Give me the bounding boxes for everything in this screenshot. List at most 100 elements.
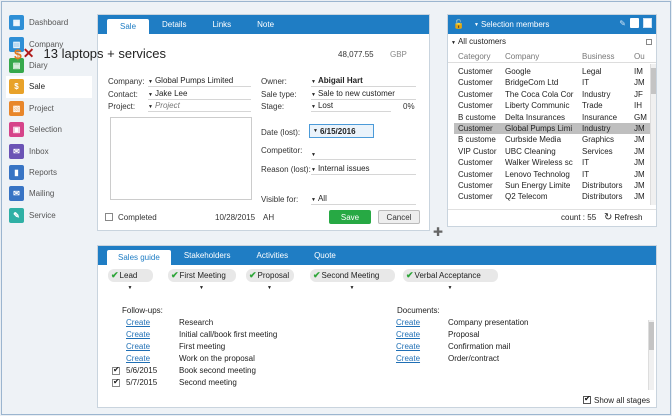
window-icon[interactable] (643, 18, 652, 28)
cancel-button[interactable]: Cancel (378, 210, 420, 224)
description-textarea[interactable] (110, 117, 252, 200)
saletype-field[interactable]: ▼ Sale to new customer (311, 89, 416, 100)
completed-checkbox[interactable] (105, 213, 113, 221)
stage-proposal[interactable]: ✔ Proposal (246, 269, 294, 282)
nav-item-selection[interactable]: ▣ Selection (6, 119, 92, 140)
tab-links[interactable]: Links (199, 15, 244, 34)
followup-text[interactable]: Research (179, 318, 213, 327)
sale-amount[interactable]: 48,077.55 (338, 50, 374, 59)
followup-date[interactable]: 5/7/2015 (126, 378, 157, 387)
guide-scrollbar[interactable] (648, 320, 654, 390)
document-create-link[interactable]: Create (396, 342, 420, 351)
followup-text[interactable]: Work on the proposal (179, 354, 255, 363)
reason-field[interactable]: ▼ Internal issues (311, 164, 416, 175)
document-icon[interactable] (630, 18, 639, 28)
followup-checkbox[interactable]: ✔ (112, 365, 120, 375)
contact-label: Contact: (108, 90, 138, 99)
document-text[interactable]: Confirmation mail (448, 342, 510, 351)
grid-row[interactable]: Customer BridgeCom Ltd IT JM (454, 77, 650, 88)
refresh-button[interactable]: ↻ Refresh (604, 212, 642, 223)
edit-icon[interactable]: ✎ (619, 19, 626, 28)
document-text[interactable]: Proposal (448, 330, 480, 339)
tab-details[interactable]: Details (149, 15, 199, 34)
stage-dropdown-icon[interactable]: ▼ (199, 285, 204, 291)
grid-row[interactable]: Customer The Coca Cola Cor Industry JF (454, 89, 650, 100)
grid-row[interactable]: Customer Google Legal IM (454, 66, 650, 77)
grid-row[interactable]: Customer Walker Wireless sc IT JM (454, 157, 650, 168)
selection-title[interactable]: ▼ Selection members (470, 15, 549, 34)
refresh-icon: ↻ (604, 212, 613, 223)
nav-item-mailing[interactable]: ✉ Mailing (6, 183, 92, 204)
document-create-link[interactable]: Create (396, 318, 420, 327)
visible-label: Visible for: (261, 195, 299, 204)
guide-scroll-thumb[interactable] (649, 322, 654, 350)
grid-row[interactable]: B custome Curbside Media Graphics JM (454, 134, 650, 145)
grid-row[interactable]: Customer Global Pumps Limi Industry JM (454, 123, 650, 135)
save-button[interactable]: Save (329, 210, 371, 224)
show-all-checkbox[interactable]: ✔ (583, 394, 591, 404)
lock-icon[interactable]: 🔓 (448, 15, 470, 34)
grid-row[interactable]: Customer Lenovo Technolog IT JM (454, 169, 650, 180)
nav-item-sale[interactable]: $ Sale (6, 76, 92, 98)
col-company[interactable]: Company (505, 52, 539, 61)
company-field[interactable]: ▼ Global Pumps Limited (148, 76, 251, 87)
followup-date[interactable]: 5/6/2015 (126, 366, 157, 375)
tab-note[interactable]: Note (244, 15, 287, 34)
visible-field[interactable]: ▼ All (311, 194, 416, 205)
completed-date[interactable]: 10/28/2015 (215, 213, 255, 222)
followup-create-link[interactable]: Create (126, 318, 150, 327)
stage-dropdown-icon[interactable]: ▼ (448, 285, 453, 291)
tab-quote[interactable]: Quote (301, 246, 349, 265)
tab-sale[interactable]: Sale (107, 19, 150, 34)
followup-create-link[interactable]: Create (126, 330, 150, 339)
followup-create-link[interactable]: Create (126, 342, 150, 351)
tab-sales-guide[interactable]: Sales guide (107, 250, 171, 265)
grid-row[interactable]: Customer Sun Energy Limite Distributors JM (454, 180, 650, 191)
col-owner[interactable]: Ou (634, 52, 645, 61)
scroll-thumb[interactable] (651, 68, 656, 94)
followup-text[interactable]: First meeting (179, 342, 225, 351)
followup-text[interactable]: Second meeting (179, 378, 237, 387)
document-create-link[interactable]: Create (396, 330, 420, 339)
followup-create-link[interactable]: Create (126, 354, 150, 363)
document-text[interactable]: Order/contract (448, 354, 499, 363)
col-category[interactable]: Category (458, 52, 490, 61)
guide-tabbar: Sales guide Stakeholders Activities Quot… (98, 246, 656, 265)
document-text[interactable]: Company presentation (448, 318, 529, 327)
contact-field[interactable]: ▼ Jake Lee (148, 89, 251, 100)
grid-row[interactable]: Customer Liberty Communic Trade IH (454, 100, 650, 111)
col-business[interactable]: Business (582, 52, 614, 61)
grid-row[interactable]: B custome Delta Insurances Insurance GM (454, 112, 650, 123)
stage-dropdown-icon[interactable]: ▼ (267, 285, 272, 291)
followup-checkbox[interactable]: ✔ (112, 377, 120, 387)
nav-item-reports[interactable]: ▮ Reports (6, 162, 92, 183)
grid-row[interactable]: VIP Custor UBC Cleaning Services JM (454, 146, 650, 157)
document-create-link[interactable]: Create (396, 354, 420, 363)
tab-activities[interactable]: Activities (244, 246, 302, 265)
stage-dropdown-icon[interactable]: ▼ (128, 285, 133, 291)
sale-title[interactable]: 13 laptops + services (44, 46, 166, 61)
followup-text[interactable]: Book second meeting (179, 366, 256, 375)
stage-second-meeting[interactable]: ✔ Second Meeting (310, 269, 395, 282)
stage-verbal-acceptance[interactable]: ✔ Verbal Acceptance (403, 269, 498, 282)
grid-row[interactable]: Customer Q2 Telecom Distributors JM (454, 191, 650, 202)
stage-field[interactable]: ▼ Lost (311, 101, 391, 112)
date-field[interactable]: ▼ 6/15/2016 (309, 124, 374, 138)
nav-item-dashboard[interactable]: ▦ Dashboard (6, 12, 92, 33)
competitor-field[interactable]: ▼ (311, 149, 416, 160)
grid-scrollbar[interactable] (650, 64, 656, 205)
check-icon: ✔ (111, 270, 119, 280)
tab-stakeholders[interactable]: Stakeholders (171, 246, 244, 265)
stage-first-meeting[interactable]: ✔ First Meeting (168, 269, 236, 282)
followup-text[interactable]: Initial call/book first meeting (179, 330, 277, 339)
nav-item-project[interactable]: ▧ Project (6, 98, 92, 119)
stage-dropdown-icon[interactable]: ▼ (350, 285, 355, 291)
stage-lead[interactable]: ✔ Lead (108, 269, 153, 282)
owner-field[interactable]: ▼ Abigail Hart (311, 76, 416, 87)
project-field[interactable]: ▼ Project (148, 101, 251, 112)
resize-plus-icon[interactable]: ✚ (433, 225, 443, 239)
nav-item-service[interactable]: ✎ Service (6, 205, 92, 226)
filter-options-icon[interactable] (646, 39, 652, 45)
filter-dropdown[interactable]: ▼ All customers (451, 37, 506, 46)
nav-item-inbox[interactable]: ✉ Inbox (6, 140, 92, 161)
